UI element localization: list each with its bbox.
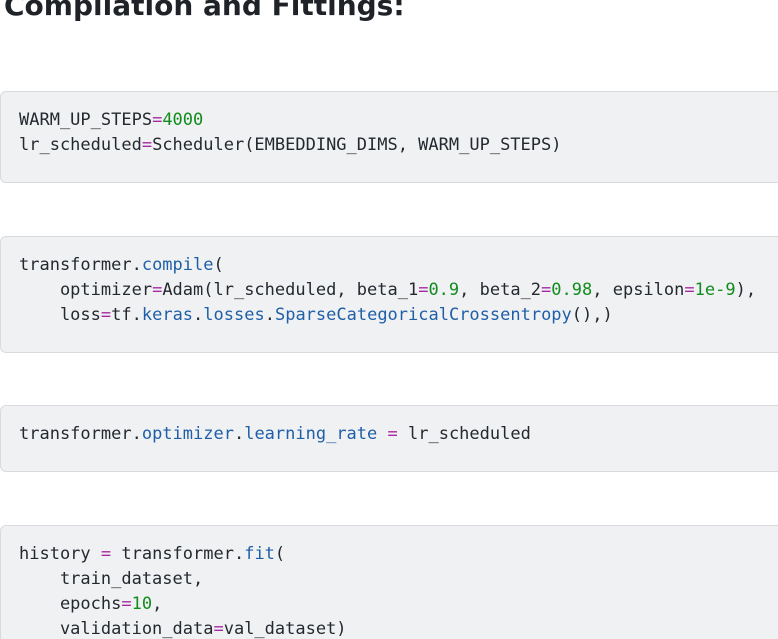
code-token: Adam(lr_scheduled, beta_1 — [162, 280, 419, 300]
code-token: 0.98 — [551, 280, 593, 300]
code-token: = — [213, 619, 224, 639]
code-token: train_dataset, — [19, 569, 204, 589]
code-token: history — [19, 544, 101, 564]
code-token: ( — [213, 255, 224, 275]
code-block: transformer.compile( optimizer=Adam(lr_s… — [1, 237, 778, 328]
code-token: validation_data — [19, 619, 214, 639]
code-token: keras — [141, 305, 194, 325]
code-token: fit — [244, 544, 275, 564]
code-token: transformer. — [19, 424, 142, 444]
code-token: ), — [735, 280, 757, 300]
code-token: epochs — [19, 594, 122, 614]
code-block: transformer.optimizer.learning_rate = lr… — [1, 406, 778, 447]
code-token: SparseCategoricalCrossentropy — [274, 305, 572, 325]
code-token: loss — [19, 305, 101, 325]
code-token: = — [152, 110, 163, 130]
code-block: history = transformer.fit( train_dataset… — [1, 526, 778, 639]
code-token: 10 — [131, 594, 153, 614]
code-token: = — [100, 544, 112, 564]
code-block: WARM_UP_STEPS=4000 lr_scheduled=Schedule… — [1, 92, 778, 158]
code-token: transformer. — [111, 544, 245, 564]
code-cell-learning-rate[interactable]: transformer.optimizer.learning_rate = lr… — [0, 405, 778, 472]
code-token: = — [121, 594, 132, 614]
code-token: . — [264, 305, 275, 325]
code-token: WARM_UP_STEPS — [19, 110, 153, 130]
code-token: , epsilon — [592, 280, 685, 300]
code-token: . — [233, 424, 245, 444]
code-token: learning_rate — [244, 424, 378, 444]
code-token: Scheduler(EMBEDDING_DIMS, WARM_UP_STEPS) — [152, 135, 562, 155]
code-token: = — [100, 305, 112, 325]
code-token: transformer. — [19, 255, 142, 275]
code-token: ( — [274, 544, 286, 564]
code-token: lr_scheduled — [19, 135, 142, 155]
code-token: val_dataset) — [223, 619, 347, 639]
code-token: optimizer — [141, 424, 234, 444]
code-token: 4000 — [162, 110, 204, 130]
code-token: = — [418, 280, 429, 300]
code-cell-compile[interactable]: transformer.compile( optimizer=Adam(lr_s… — [0, 236, 778, 353]
code-token: , — [152, 594, 163, 614]
code-token: losses — [203, 305, 265, 325]
code-token: lr_scheduled — [397, 424, 531, 444]
code-token: 0.9 — [428, 280, 460, 300]
code-token: compile — [141, 255, 214, 275]
code-token: (),) — [571, 305, 613, 325]
section-heading: Compilation and Fittings: — [4, 0, 405, 22]
code-cell-fit[interactable]: history = transformer.fit( train_dataset… — [0, 525, 778, 639]
code-token: = — [387, 424, 398, 444]
code-token: tf. — [111, 305, 142, 325]
code-token: . — [193, 305, 204, 325]
code-token: = — [541, 280, 552, 300]
code-token: = — [141, 135, 153, 155]
code-token: = — [152, 280, 163, 300]
code-token: = — [684, 280, 695, 300]
code-token: , beta_2 — [459, 280, 542, 300]
code-token: 1e-9 — [694, 280, 736, 300]
code-token: optimizer — [19, 280, 153, 300]
code-cell-scheduler[interactable]: WARM_UP_STEPS=4000 lr_scheduled=Schedule… — [0, 91, 778, 183]
